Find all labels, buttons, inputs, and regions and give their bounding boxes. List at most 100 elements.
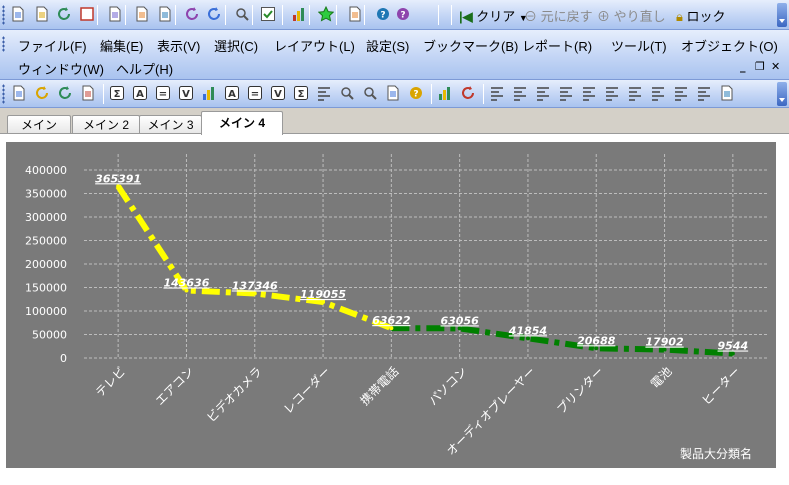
space-v-icon[interactable] bbox=[672, 84, 690, 102]
tab-3[interactable]: メイン 3 bbox=[139, 115, 202, 134]
y-tick-label: 350000 bbox=[25, 188, 67, 201]
text-object-icon[interactable]: Σ bbox=[292, 84, 310, 102]
menu-item[interactable]: ツール(T) bbox=[611, 36, 667, 55]
x-tick-label: ヒーター bbox=[699, 364, 743, 408]
edit-icon[interactable] bbox=[133, 5, 151, 23]
menu-item[interactable]: ウィンドウ(W) bbox=[18, 59, 104, 78]
export-icon[interactable] bbox=[56, 84, 74, 102]
menu-item[interactable]: レイアウト(L) bbox=[274, 36, 355, 55]
slider-icon[interactable] bbox=[338, 84, 356, 102]
distribute-v-icon[interactable] bbox=[626, 84, 644, 102]
align-top-icon[interactable] bbox=[557, 84, 575, 102]
script-icon[interactable] bbox=[718, 84, 736, 102]
align-left-icon[interactable] bbox=[511, 84, 529, 102]
svg-text:Σ: Σ bbox=[298, 89, 305, 100]
toolbar-options-icon[interactable] bbox=[777, 82, 787, 106]
tab-2[interactable]: メイン 2 bbox=[72, 115, 140, 134]
input-box-icon[interactable]: A bbox=[223, 84, 241, 102]
svg-text:Σ: Σ bbox=[114, 89, 121, 100]
toolbar-separator bbox=[125, 5, 126, 25]
data-label: 365391 bbox=[95, 172, 141, 185]
chart-canvas: 0 50000 100000 150000 200000 250000 300000 3500… bbox=[25, 154, 767, 461]
multi-box-icon[interactable]: = bbox=[246, 84, 264, 102]
menu-item[interactable]: ブックマーク(B) bbox=[423, 36, 518, 55]
align-right-icon[interactable] bbox=[534, 84, 552, 102]
search-icon[interactable] bbox=[233, 5, 251, 23]
favorite-icon[interactable] bbox=[317, 5, 335, 23]
new-sheet-icon[interactable] bbox=[10, 84, 28, 102]
chart-icon[interactable] bbox=[290, 5, 308, 23]
svg-text:A: A bbox=[228, 89, 236, 100]
tab-1[interactable]: メイン bbox=[7, 115, 71, 134]
distribute-h-icon[interactable] bbox=[603, 84, 621, 102]
folder-icon[interactable] bbox=[79, 84, 97, 102]
chart-wizard-icon[interactable] bbox=[436, 84, 454, 102]
data-label: 143636 bbox=[163, 276, 209, 289]
svg-text:V: V bbox=[274, 89, 282, 100]
lock-button[interactable]: 🔒︎ ロック bbox=[676, 6, 726, 25]
menu-item[interactable]: ファイル(F) bbox=[18, 36, 87, 55]
minimize-icon[interactable]: _ bbox=[740, 60, 746, 73]
svg-text:=: = bbox=[159, 89, 167, 100]
clear-button[interactable]: |◀ クリア ▼ bbox=[459, 6, 528, 25]
align-center-icon[interactable] bbox=[488, 84, 506, 102]
list-box-icon[interactable]: Σ bbox=[108, 84, 126, 102]
line-chart[interactable]: 0 50000 100000 150000 200000 250000 300000 3500… bbox=[6, 142, 776, 468]
properties-icon[interactable] bbox=[346, 5, 364, 23]
undo-icon[interactable] bbox=[183, 5, 201, 23]
table-icon[interactable]: = bbox=[154, 84, 172, 102]
menu-item[interactable]: ヘルプ(H) bbox=[116, 59, 173, 78]
toolbar-grip[interactable] bbox=[2, 5, 5, 25]
current-selection-icon[interactable]: V bbox=[269, 84, 287, 102]
print-icon[interactable] bbox=[106, 5, 124, 23]
paint-icon[interactable] bbox=[459, 84, 477, 102]
data-label: 20688 bbox=[577, 334, 616, 347]
check-icon[interactable] bbox=[259, 5, 277, 23]
open-icon[interactable] bbox=[33, 5, 51, 23]
line-object-icon[interactable] bbox=[315, 84, 333, 102]
space-h-icon[interactable] bbox=[649, 84, 667, 102]
x-tick-label: エアコン bbox=[153, 364, 197, 408]
y-tick-label: 100000 bbox=[25, 305, 67, 318]
save-icon[interactable] bbox=[78, 5, 96, 23]
new-icon[interactable] bbox=[9, 5, 27, 23]
y-tick-label: 300000 bbox=[25, 211, 67, 224]
menu-item[interactable]: オブジェクト(O) bbox=[681, 36, 778, 55]
menu-item[interactable]: 編集(E) bbox=[100, 36, 143, 55]
menu-item[interactable]: 設定(S) bbox=[366, 36, 409, 55]
toolbar-separator bbox=[336, 5, 337, 25]
toolbar-options-icon[interactable] bbox=[777, 3, 787, 27]
sheet-area: 0 50000 100000 150000 200000 250000 300000 3500… bbox=[0, 133, 789, 485]
menu-item[interactable]: 選択(C) bbox=[214, 36, 258, 55]
toolbar-grip[interactable] bbox=[2, 84, 5, 104]
data-label: 63056 bbox=[441, 314, 480, 327]
y-tick-label: 50000 bbox=[32, 329, 67, 342]
menu-bar: ファイル(F) 編集(E) 表示(V) 選択(C) レイアウト(L) 設定(S) ブックマー… bbox=[0, 30, 789, 80]
help-icon[interactable]: ? bbox=[374, 5, 392, 23]
menu-item[interactable]: 表示(V) bbox=[157, 36, 200, 55]
x-tick-label: 携帯電話 bbox=[357, 364, 402, 409]
bar-chart-icon[interactable] bbox=[200, 84, 218, 102]
data-label: 137346 bbox=[232, 279, 278, 292]
context-help-icon[interactable]: ? bbox=[394, 5, 412, 23]
sum-icon[interactable]: A bbox=[131, 84, 149, 102]
tab-4[interactable]: メイン 4 bbox=[201, 111, 283, 135]
statistics-icon[interactable]: ? bbox=[407, 84, 425, 102]
import-icon[interactable] bbox=[33, 84, 51, 102]
redo-icon[interactable] bbox=[205, 5, 223, 23]
menu-item[interactable]: レポート(R) bbox=[522, 36, 592, 55]
back-button[interactable]: ⊖ 元に戻す bbox=[524, 6, 593, 25]
close-icon[interactable]: ✕ bbox=[771, 60, 780, 73]
menu-grip[interactable] bbox=[2, 36, 5, 52]
size-icon[interactable] bbox=[695, 84, 713, 102]
bookmark-object-icon[interactable] bbox=[384, 84, 402, 102]
restore-icon[interactable]: ❐ bbox=[755, 60, 765, 73]
refresh-icon[interactable] bbox=[55, 5, 73, 23]
align-bottom-icon[interactable] bbox=[580, 84, 598, 102]
export-icon[interactable] bbox=[156, 5, 174, 23]
search-object-icon[interactable] bbox=[361, 84, 379, 102]
data-label: 63622 bbox=[372, 314, 411, 327]
redo-text-button[interactable]: ⊕ やり直し bbox=[597, 6, 666, 25]
forward-icon: ⊕ bbox=[597, 9, 611, 24]
pivot-icon[interactable]: V bbox=[177, 84, 195, 102]
